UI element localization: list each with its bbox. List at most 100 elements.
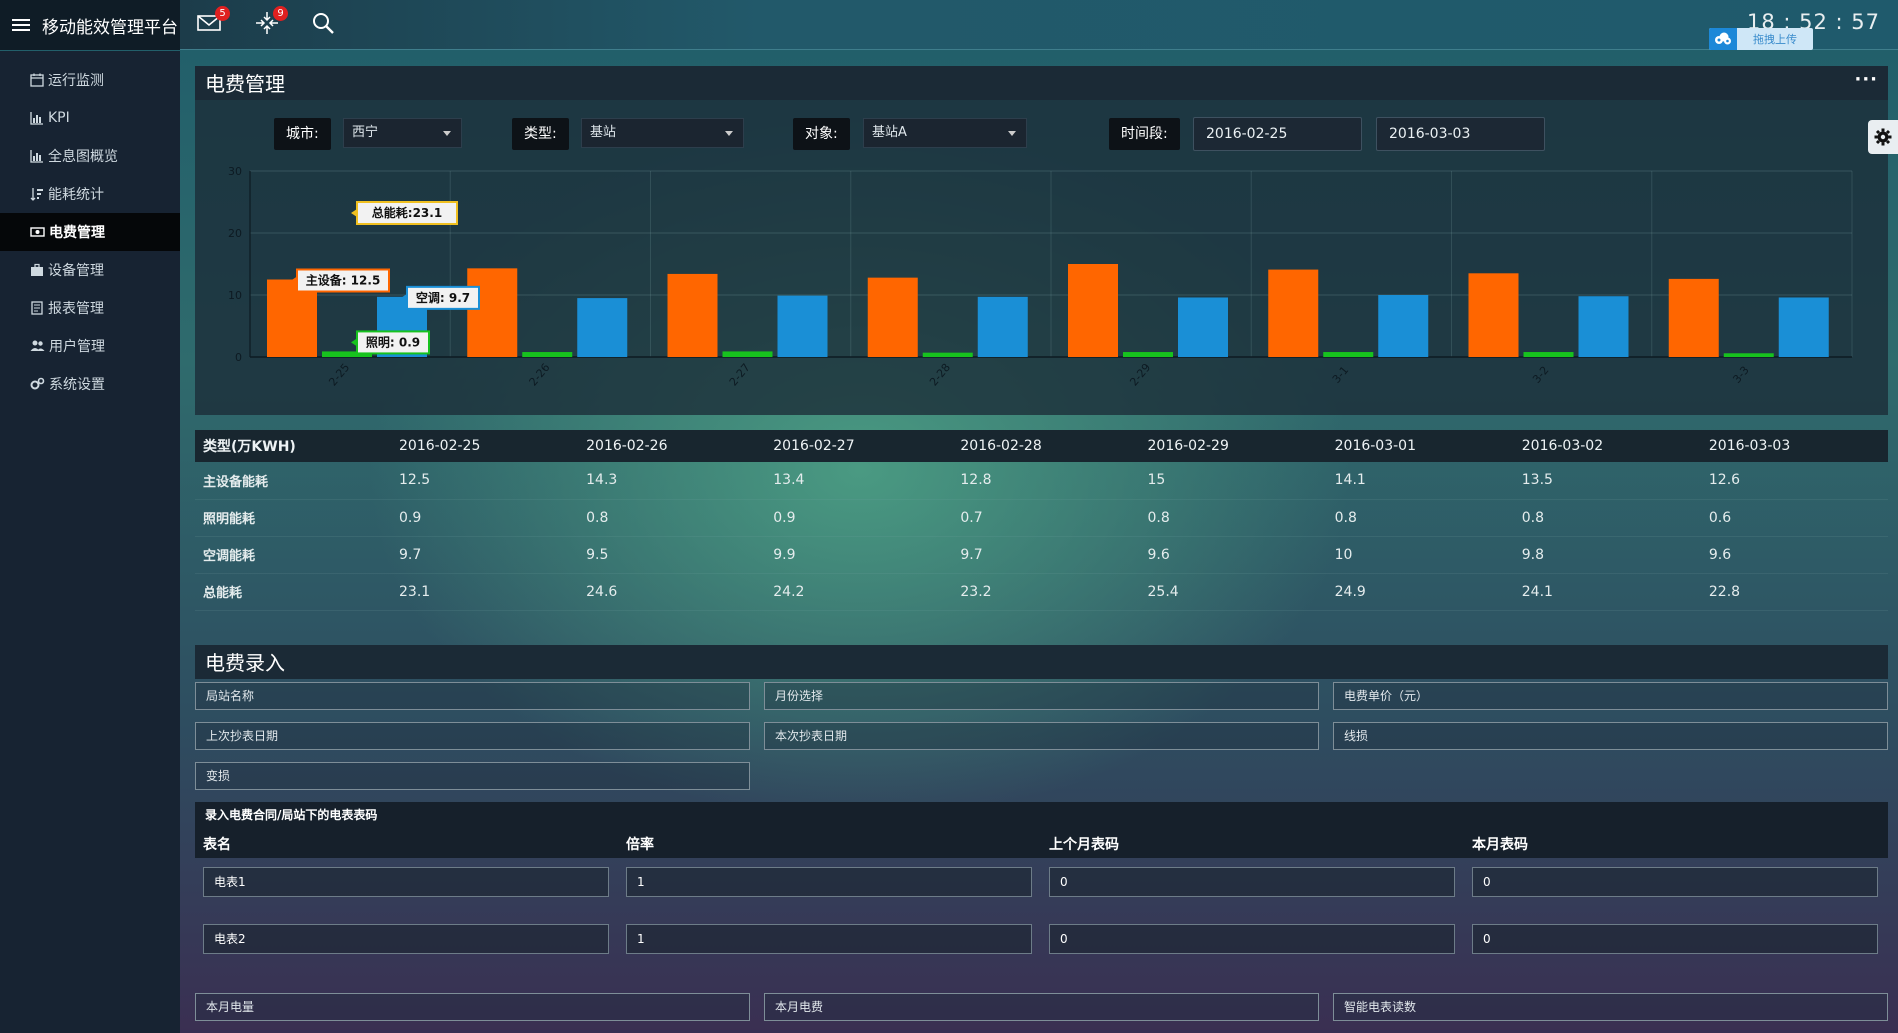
x-tick-label: 2-26 bbox=[527, 361, 553, 388]
meter-table-header: 录入电费合同/局站下的电表表码 表名 倍率 上个月表码 本月表码 bbox=[195, 802, 1888, 858]
station-name-input[interactable]: 局站名称 bbox=[195, 682, 750, 710]
unit-price-input[interactable]: 电费单价（元） bbox=[1333, 682, 1888, 710]
meter-current-reading-input[interactable]: 0 bbox=[1472, 924, 1878, 954]
bar-空调-2-29 bbox=[1178, 297, 1228, 357]
bar-主设备-2-29 bbox=[1068, 264, 1118, 357]
table-header-cell: 2016-02-25 bbox=[391, 430, 579, 462]
meter-column-header: 表名 bbox=[203, 837, 231, 853]
table-row: 总能耗 23.1 24.6 24.2 23.2 25.4 24.9 24.1 2… bbox=[195, 573, 1888, 611]
table-cell: 14.1 bbox=[1326, 462, 1514, 500]
top-bar: 移动能效管理平台 5 9 18 : 52 : 57 拖拽上传 bbox=[0, 0, 1898, 50]
search-icon bbox=[313, 13, 334, 34]
sidebar: 运行监测 KPI 全息图概览 能耗统计 电费管理 设备管理 报表管理 用户管理 … bbox=[0, 51, 180, 1033]
settings-gear-button[interactable] bbox=[1868, 120, 1898, 154]
table-cell: 23.1 bbox=[391, 573, 579, 611]
meter-last-reading-input[interactable]: 0 bbox=[1049, 924, 1455, 954]
table-row-label: 主设备能耗 bbox=[195, 462, 391, 500]
table-cell: 14.3 bbox=[578, 462, 766, 500]
sidebar-item-energy-stats[interactable]: 能耗统计 bbox=[0, 175, 180, 213]
bar-主设备-2-26 bbox=[467, 268, 518, 357]
table-cell: 9.6 bbox=[1139, 536, 1327, 574]
table-row-label: 照明能耗 bbox=[195, 499, 391, 537]
y-tick-label: 10 bbox=[228, 289, 242, 302]
sidebar-item-users[interactable]: 用户管理 bbox=[0, 327, 180, 365]
sidebar-item-settings[interactable]: 系统设置 bbox=[0, 365, 180, 403]
month-kwh-input[interactable]: 本月电量 bbox=[195, 993, 750, 1021]
sort-bars-icon bbox=[30, 188, 43, 201]
x-tick-label: 2-27 bbox=[727, 361, 753, 388]
table-cell: 23.2 bbox=[952, 573, 1140, 611]
sidebar-item-label: 用户管理 bbox=[49, 339, 105, 355]
table-cell: 9.8 bbox=[1513, 536, 1701, 574]
y-tick-label: 0 bbox=[235, 351, 242, 364]
sidebar-item-kpi[interactable]: KPI bbox=[0, 99, 180, 137]
sidebar-item-reports[interactable]: 报表管理 bbox=[0, 289, 180, 327]
meter-name-input[interactable]: 电表1 bbox=[203, 867, 609, 897]
meter-name-input[interactable]: 电表2 bbox=[203, 924, 609, 954]
table-cell: 12.8 bbox=[952, 462, 1140, 500]
smart-meter-reading-input[interactable]: 智能电表读数 bbox=[1333, 993, 1888, 1021]
upload-button[interactable]: 拖拽上传 bbox=[1709, 28, 1813, 50]
sidebar-item-label: KPI bbox=[48, 110, 70, 126]
more-options-icon[interactable]: ··· bbox=[1854, 62, 1878, 98]
table-cell: 0.8 bbox=[1326, 499, 1514, 537]
table-cell: 9.9 bbox=[765, 536, 953, 574]
energy-bar-chart: 0 10 20 30 2-25 2-26 2-27 2-28 2-29 3-1 3-2 3-3 总能耗:… bbox=[228, 165, 1853, 388]
table-header-cell: 2016-03-02 bbox=[1513, 430, 1701, 462]
table-header-cell: 类型(万KWH) bbox=[195, 430, 391, 462]
table-cell: 22.8 bbox=[1700, 573, 1888, 611]
x-tick-label: 3-2 bbox=[1530, 364, 1552, 386]
money-icon bbox=[30, 227, 45, 237]
table-cell: 13.4 bbox=[765, 462, 953, 500]
meter-current-reading-input[interactable]: 0 bbox=[1472, 867, 1878, 897]
meter-column-header: 上个月表码 bbox=[1049, 837, 1119, 853]
x-tick-label: 2-29 bbox=[1127, 361, 1153, 388]
month-select-input[interactable]: 月份选择 bbox=[764, 682, 1319, 710]
briefcase-icon bbox=[31, 263, 43, 276]
menu-toggle-icon[interactable] bbox=[12, 19, 36, 31]
bar-照明-3-1 bbox=[1323, 352, 1374, 357]
bar-空调-2-26 bbox=[577, 298, 628, 357]
table-cell: 9.7 bbox=[952, 536, 1140, 574]
gear-icon bbox=[1874, 128, 1892, 146]
table-header-cell: 2016-03-01 bbox=[1326, 430, 1514, 462]
gears-icon bbox=[30, 377, 45, 390]
bar-主设备-3-1 bbox=[1268, 269, 1319, 357]
cloud-icon bbox=[1709, 28, 1737, 50]
table-cell: 9.7 bbox=[391, 536, 579, 574]
table-cell: 15 bbox=[1139, 462, 1327, 500]
calendar-icon bbox=[30, 73, 44, 87]
tooltip-主设备-text: 主设备: 12.5 bbox=[306, 273, 381, 288]
chart-panel: 城市: 西宁 类型: 基站 对象: 基站A 时间段: 2016-02-25 20… bbox=[195, 100, 1888, 415]
search-button[interactable] bbox=[310, 10, 340, 40]
brand: 移动能效管理平台 bbox=[0, 0, 180, 50]
sidebar-item-overview[interactable]: 全息图概览 bbox=[0, 137, 180, 175]
sidebar-item-label: 能耗统计 bbox=[48, 187, 104, 203]
table-cell: 0.9 bbox=[391, 499, 579, 537]
mail-button[interactable]: 5 bbox=[196, 6, 230, 40]
table-cell: 0.6 bbox=[1700, 499, 1888, 537]
line-loss-input[interactable]: 线损 bbox=[1333, 722, 1888, 750]
this-read-date-input[interactable]: 本次抄表日期 bbox=[764, 722, 1319, 750]
table-cell: 0.9 bbox=[765, 499, 953, 537]
meter-last-reading-input[interactable]: 0 bbox=[1049, 867, 1455, 897]
meter-ratio-input[interactable]: 1 bbox=[626, 924, 1032, 954]
meter-ratio-input[interactable]: 1 bbox=[626, 867, 1032, 897]
table-header-cell: 2016-02-28 bbox=[952, 430, 1140, 462]
bar-主设备-3-2 bbox=[1468, 273, 1519, 357]
tooltip-total-pointer bbox=[351, 209, 357, 217]
alerts-button[interactable]: 9 bbox=[254, 6, 288, 40]
billing-panel-header: 电费管理 ··· bbox=[195, 66, 1888, 100]
x-tick-label: 2-28 bbox=[927, 361, 953, 388]
table-cell: 0.8 bbox=[1513, 499, 1701, 537]
table-cell: 10 bbox=[1326, 536, 1514, 574]
month-fee-input[interactable]: 本月电费 bbox=[764, 993, 1319, 1021]
table-row: 照明能耗 0.9 0.8 0.9 0.7 0.8 0.8 0.8 0.6 bbox=[195, 499, 1888, 537]
sidebar-item-billing[interactable]: 电费管理 bbox=[0, 213, 180, 251]
last-read-date-input[interactable]: 上次抄表日期 bbox=[195, 722, 750, 750]
sidebar-item-monitoring[interactable]: 运行监测 bbox=[0, 61, 180, 99]
sidebar-item-devices[interactable]: 设备管理 bbox=[0, 251, 180, 289]
transformer-loss-input[interactable]: 变损 bbox=[195, 762, 750, 790]
bar-照明-2-28 bbox=[922, 352, 973, 357]
table-cell: 12.5 bbox=[391, 462, 579, 500]
